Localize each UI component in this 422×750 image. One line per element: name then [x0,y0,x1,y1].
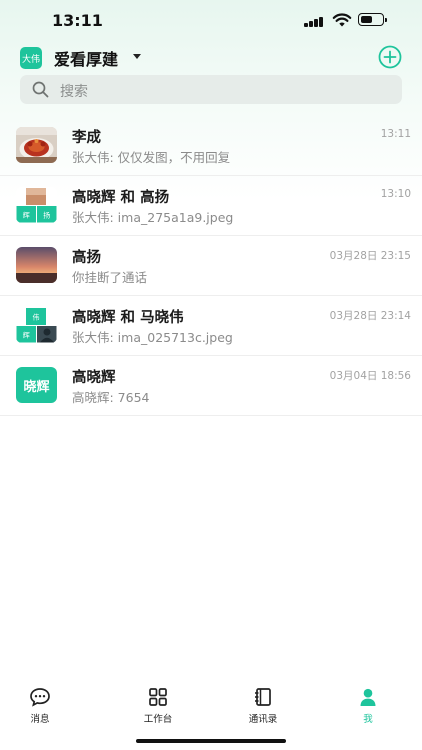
group-avatar-grid: 伟 辉 [16,307,57,343]
org-name[interactable]: 爱看厚建 [54,46,118,70]
group-avatar: 辉 扬 [16,187,57,223]
conversation-preview: 张大伟: 仅仅发图，不用回复 [72,150,231,165]
tab-label: 工作台 [143,714,173,725]
org-logo[interactable]: 大伟 [20,47,42,69]
caret-down-icon[interactable] [133,54,141,59]
search-input[interactable]: 搜索 [20,75,402,104]
plus-circle-icon[interactable] [378,45,402,69]
conversation-time: 13:11 [380,128,411,140]
conversation-name: 李成 [72,130,101,146]
conversation-time: 03月28日 23:14 [329,310,411,322]
avatar [16,247,57,283]
conversation-preview: 张大伟: ima_275a1a9.jpeg [72,210,234,225]
conversation-item[interactable]: 李成 张大伟: 仅仅发图，不用回复 13:11 [0,116,422,176]
grid-icon [149,688,167,706]
wifi-icon [332,13,352,27]
cellular-signal-icon [304,15,326,27]
search-placeholder: 搜索 [60,84,88,100]
conversation-preview: 你挂断了通话 [72,270,148,285]
food-photo-icon [16,127,57,163]
avatar-tile-text: 辉 [23,212,30,220]
person-icon [360,688,376,706]
conversation-item[interactable]: 辉 扬 高晓辉 和 高扬 张大伟: ima_275a1a9.jpeg 13:10 [0,176,422,236]
tab-label: 我 [363,714,373,725]
conversation-name: 高扬 [72,250,101,266]
conversation-name: 高晓辉 [72,370,116,386]
contacts-book-icon [255,688,271,706]
group-avatar: 伟 辉 [16,307,57,343]
conversation-time: 03月04日 18:56 [329,370,411,382]
tab-label: 通讯录 [248,714,278,725]
avatar-text: 晓辉 [23,379,50,395]
avatar-tile-text: 扬 [43,211,50,220]
conversation-list: 李成 张大伟: 仅仅发图，不用回复 13:11 辉 扬 高晓辉 和 高扬 张大伟… [0,116,422,416]
sunset-photo-icon [16,247,57,283]
status-time: 13:11 [52,11,103,30]
group-avatar-grid: 辉 扬 [16,187,57,223]
tab-messages[interactable]: 消息 [10,686,70,725]
conversation-item[interactable]: 晓辉 高晓辉 高晓辉: 7654 03月04日 18:56 [0,356,422,416]
tab-contacts[interactable]: 通讯录 [233,686,293,725]
home-indicator [136,739,286,743]
text-avatar: 晓辉 [16,367,57,403]
conversation-name: 高晓辉 和 马晓伟 [72,310,184,326]
tab-me[interactable]: 我 [338,686,398,725]
header: 大伟 爱看厚建 [0,42,422,72]
status-bar: 13:11 [0,0,422,42]
battery-icon [358,13,387,26]
chat-bubble-icon [30,688,50,707]
avatar [16,127,57,163]
conversation-time: 13:10 [380,188,411,200]
avatar-tile-text: 伟 [33,313,40,322]
conversation-preview: 高晓辉: 7654 [72,390,150,405]
conversation-preview: 张大伟: ima_025713c.jpeg [72,330,233,345]
conversation-item[interactable]: 伟 辉 高晓辉 和 马晓伟 张大伟: ima_025713c.jpeg 03月2… [0,296,422,356]
conversation-item[interactable]: 高扬 你挂断了通话 03月28日 23:15 [0,236,422,296]
conversation-name: 高晓辉 和 高扬 [72,190,170,206]
tab-label: 消息 [30,714,50,725]
battery-level [360,15,372,23]
avatar-tile-text: 辉 [23,332,30,340]
search-icon [32,81,49,98]
conversation-time: 03月28日 23:15 [329,250,411,262]
tab-workbench[interactable]: 工作台 [128,686,188,725]
